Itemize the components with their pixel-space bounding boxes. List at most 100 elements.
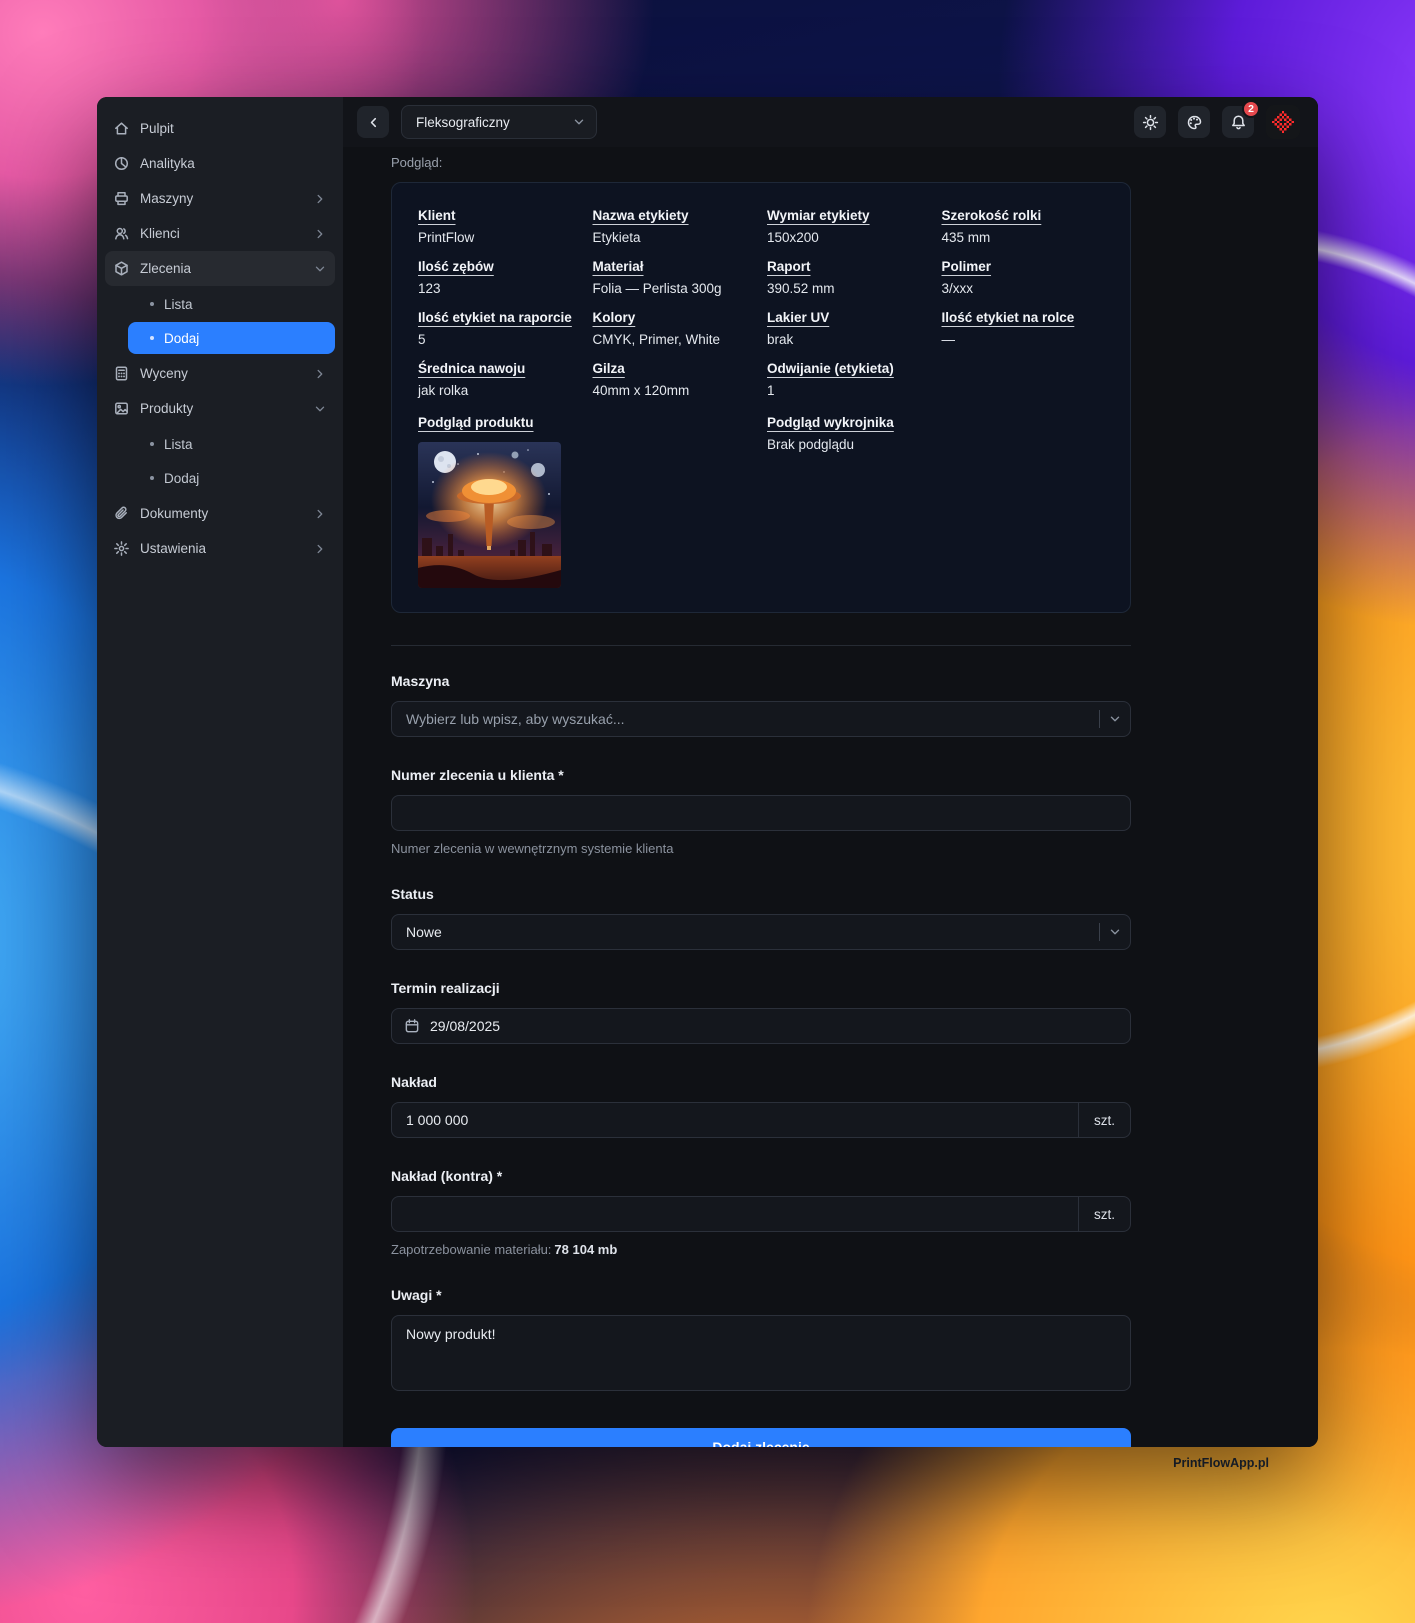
status-select-value: Nowe <box>406 924 442 940</box>
technology-select[interactable]: Fleksograficzny <box>401 105 597 139</box>
sidebar-subitem-produkty-dodaj[interactable]: Dodaj <box>128 462 335 494</box>
chevron-down-icon <box>313 262 327 276</box>
bullet-icon <box>150 442 154 446</box>
quantity-counter-field-label: Nakład (kontra) * <box>391 1168 1131 1184</box>
chevron-right-icon <box>313 367 327 381</box>
sidebar-item-zlecenia[interactable]: Zlecenia <box>105 251 335 286</box>
chevron-right-icon <box>313 542 327 556</box>
sidebar-item-produkty[interactable]: Produkty <box>105 391 335 426</box>
preview-field: Raport390.52 mm <box>767 258 930 296</box>
sidebar-subitem-zlecenia-lista[interactable]: Lista <box>128 288 335 320</box>
paperclip-icon <box>113 505 130 522</box>
preview-section-label: Podgląd: <box>391 155 1131 170</box>
preview-field: Ilość etykiet na raporcie5 <box>418 309 581 347</box>
content-scroll[interactable]: Podgląd: KlientPrintFlow Nazwa etykiety E… <box>343 147 1318 1447</box>
calculator-icon <box>113 365 130 382</box>
preview-field-label: Ilość etykiet na rolce <box>942 310 1075 325</box>
material-demand-helper: Zapotrzebowanie materiału:78 104 mb <box>391 1242 1131 1257</box>
preview-field: KlientPrintFlow <box>418 207 581 245</box>
notes-field-label: Uwagi * <box>391 1287 1131 1303</box>
sidebar-item-dokumenty[interactable]: Dokumenty <box>105 496 335 531</box>
sidebar-subitem-zlecenia-dodaj[interactable]: Dodaj <box>128 322 335 354</box>
pixel-logo-icon <box>1272 111 1294 133</box>
order-preview-card: KlientPrintFlow Nazwa etykiety Etykieta W… <box>391 182 1131 613</box>
product-preview-image[interactable] <box>418 442 561 588</box>
select-divider <box>1099 923 1100 941</box>
client-order-number-input[interactable] <box>391 795 1131 831</box>
chevron-down-icon <box>1108 712 1122 726</box>
package-icon <box>113 260 130 277</box>
machine-select[interactable]: Wybierz lub wpisz, aby wyszukać... <box>391 701 1131 737</box>
quantity-counter-input-group: szt. <box>391 1196 1131 1232</box>
sidebar-subitem-label: Lista <box>164 297 193 312</box>
deadline-date-value: 29/08/2025 <box>430 1018 500 1034</box>
sidebar-item-label: Zlecenia <box>140 261 191 276</box>
sidebar-item-analityka[interactable]: Analityka <box>105 146 335 181</box>
preview-field: Gilza 40mm x 120mm <box>593 360 756 398</box>
preview-field-value: jak rolka <box>418 383 581 398</box>
image-icon <box>113 400 130 417</box>
preview-field-label: Kolory <box>593 310 636 325</box>
select-end <box>1099 710 1122 728</box>
chevron-right-icon <box>313 227 327 241</box>
back-button[interactable] <box>357 106 389 138</box>
preview-field-label: Średnica nawoju <box>418 361 525 376</box>
theme-toggle-button[interactable] <box>1134 106 1166 138</box>
sidebar-item-pulpit[interactable]: Pulpit <box>105 111 335 146</box>
status-select[interactable]: Nowe <box>391 914 1131 950</box>
preview-field-value: 123 <box>418 281 581 296</box>
sidebar-item-maszyny[interactable]: Maszyny <box>105 181 335 216</box>
sidebar-item-label: Dokumenty <box>140 506 208 521</box>
deadline-date-input[interactable]: 29/08/2025 <box>391 1008 1131 1044</box>
add-order-button[interactable]: Dodaj zlecenie <box>391 1428 1131 1447</box>
preview-field-value: 435 mm <box>942 230 1105 245</box>
preview-field-label: Wymiar etykiety <box>767 208 870 223</box>
quantity-input[interactable] <box>392 1103 1078 1137</box>
sidebar-subitem-produkty-lista[interactable]: Lista <box>128 428 335 460</box>
palette-button[interactable] <box>1178 106 1210 138</box>
chevron-right-icon <box>313 507 327 521</box>
users-icon <box>113 225 130 242</box>
select-end <box>1099 923 1122 941</box>
preview-field-label: Materiał <box>593 259 644 274</box>
sidebar-subitem-label: Dodaj <box>164 331 199 346</box>
section-divider <box>391 645 1131 646</box>
product-preview: Podgląd produktu <box>418 414 755 588</box>
quantity-counter-unit-suffix: szt. <box>1078 1197 1130 1231</box>
main-area: Fleksograficzny 2 <box>343 97 1318 1447</box>
client-order-number-label: Numer zlecenia u klienta * <box>391 767 1131 783</box>
quantity-counter-input[interactable] <box>392 1197 1078 1231</box>
preview-field-value: Etykieta <box>593 230 756 245</box>
home-icon <box>113 120 130 137</box>
preview-field: Średnica nawoju jak rolka <box>418 360 581 398</box>
chevron-down-icon <box>572 115 586 129</box>
preview-field: Odwijanie (etykieta)1 <box>767 360 930 398</box>
preview-field: Szerokość rolki435 mm <box>942 207 1105 245</box>
preview-field-value: 3/xxx <box>942 281 1105 296</box>
machine-select-placeholder: Wybierz lub wpisz, aby wyszukać... <box>406 711 625 727</box>
sun-icon <box>1142 114 1159 131</box>
machine-field-label: Maszyna <box>391 673 1131 689</box>
sidebar-item-label: Wyceny <box>140 366 188 381</box>
preview-field-label: Lakier UV <box>767 310 829 325</box>
avatar[interactable] <box>1266 105 1300 139</box>
notifications-button[interactable]: 2 <box>1222 106 1254 138</box>
select-divider <box>1099 710 1100 728</box>
preview-field: Polimer3/xxx <box>942 258 1105 296</box>
sidebar-item-ustawienia[interactable]: Ustawienia <box>105 531 335 566</box>
calendar-icon <box>404 1018 420 1034</box>
preview-field-value: PrintFlow <box>418 230 581 245</box>
pie-chart-icon <box>113 155 130 172</box>
material-demand-label: Zapotrzebowanie materiału: <box>391 1242 551 1257</box>
app-window: Pulpit Analityka Maszyny Klienci <box>97 97 1318 1447</box>
sidebar-item-wyceny[interactable]: Wyceny <box>105 356 335 391</box>
preview-field-value: 40mm x 120mm <box>593 383 756 398</box>
sidebar-subitem-label: Dodaj <box>164 471 199 486</box>
bell-icon <box>1230 114 1247 131</box>
bullet-icon <box>150 336 154 340</box>
notes-textarea[interactable]: Nowy produkt! <box>391 1315 1131 1391</box>
preview-field-label: Nazwa etykiety <box>593 208 689 223</box>
sidebar-item-label: Pulpit <box>140 121 174 136</box>
sidebar-item-klienci[interactable]: Klienci <box>105 216 335 251</box>
preview-field-label: Gilza <box>593 361 625 376</box>
